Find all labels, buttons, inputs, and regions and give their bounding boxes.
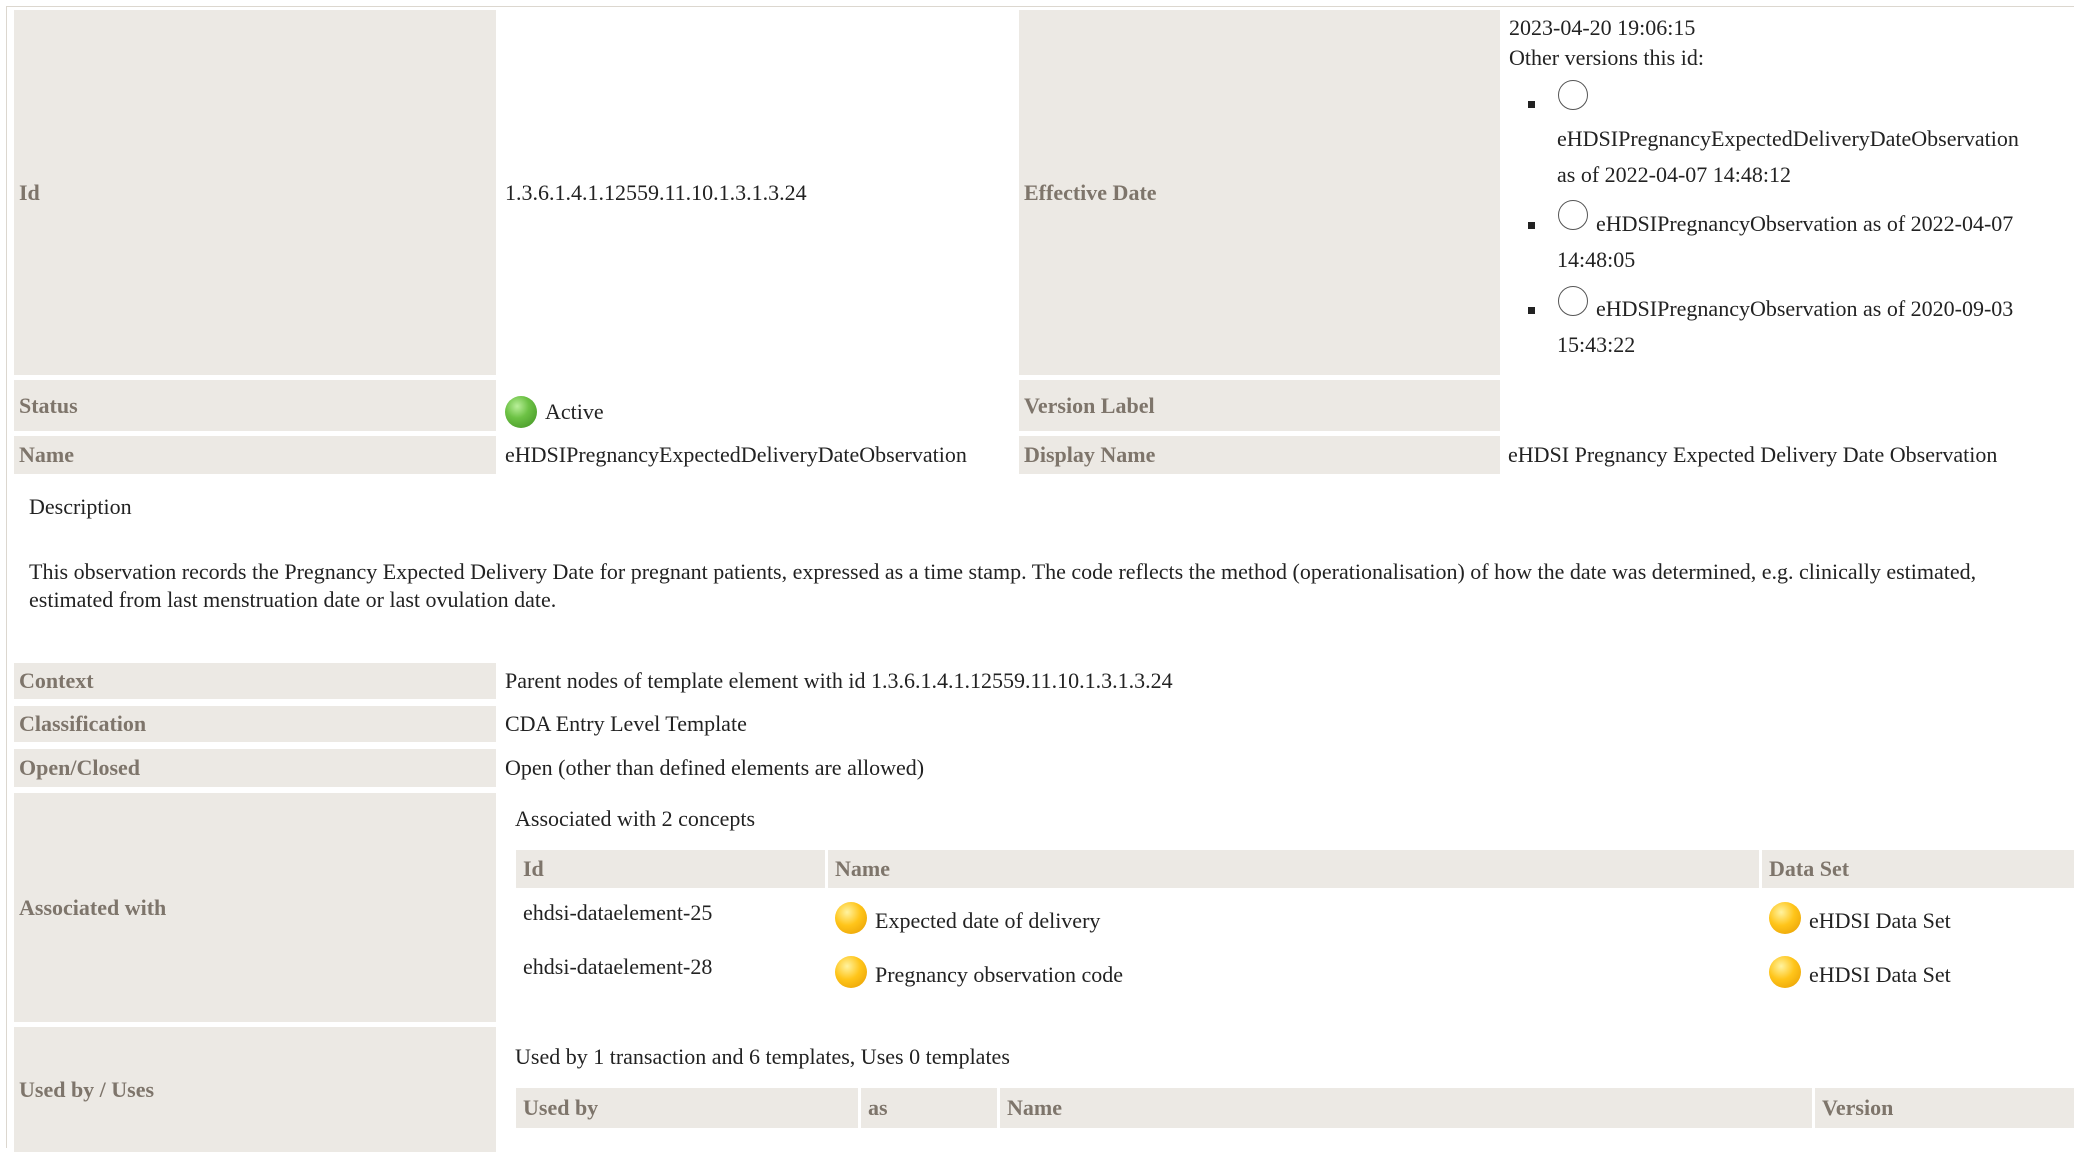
used-by-col-used-by: Used by [516,1088,858,1128]
concept-dataset-cell[interactable]: eHDSI Data Set [1769,902,1951,934]
concept-status-icon [835,956,867,988]
status-label: Status [14,380,496,431]
status-value-cell: Active [498,380,1018,431]
version-radio-icon[interactable] [1558,80,1588,110]
context-value: Parent nodes of template element with id… [505,668,1173,693]
associated-with-label: Associated with [14,793,496,1022]
id-value: 1.3.6.1.4.1.12559.11.10.1.3.1.3.24 [505,179,807,205]
concept-id[interactable]: ehdsi-dataelement-25 [523,900,712,926]
bullet-icon [1528,222,1535,229]
concept-status-icon [835,902,867,934]
concept-dataset[interactable]: eHDSI Data Set [1809,908,1951,933]
effective-date-label: Effective Date [1019,10,1500,375]
open-closed-value: Open (other than defined elements are al… [505,755,925,780]
version-radio-icon[interactable] [1558,200,1588,230]
associated-col-dataset: Data Set [1762,850,2074,888]
used-by-col-name: Name [1000,1088,1812,1128]
concept-name-cell[interactable]: Expected date of delivery [835,902,1100,934]
other-version-date: as of 2022-04-07 14:48:12 [1557,162,1792,187]
associated-col-id: Id [516,850,825,888]
name-label: Name [14,436,496,474]
used-by-col-version: Version [1815,1088,2074,1128]
concept-dataset-cell[interactable]: eHDSI Data Set [1769,956,1951,988]
other-version-name[interactable]: eHDSIPregnancyObservation as of 2020-09-… [1596,296,2013,322]
description-text: This observation records the Pregnancy E… [29,559,1977,612]
status-value: Active [545,398,604,424]
dataset-status-icon [1769,902,1801,934]
other-version-date: 15:43:22 [1557,332,1636,357]
concept-name[interactable]: Pregnancy observation code [875,962,1123,987]
other-versions-label: Other versions this id: [1509,45,1704,70]
classification-label: Classification [14,706,496,742]
display-name-value: eHDSI Pregnancy Expected Delivery Date O… [1508,442,1998,467]
bullet-icon [1528,307,1535,314]
concept-dataset[interactable]: eHDSI Data Set [1809,962,1951,987]
associated-summary: Associated with 2 concepts [515,806,756,831]
other-version-name[interactable]: eHDSIPregnancyExpectedDeliveryDateObserv… [1557,126,2019,152]
other-version-name[interactable]: eHDSIPregnancyObservation as of 2022-04-… [1596,211,2013,237]
open-closed-label: Open/Closed [14,749,496,787]
display-name-label: Display Name [1019,436,1500,474]
context-label: Context [14,663,496,699]
version-radio-icon[interactable] [1558,286,1588,316]
classification-value: CDA Entry Level Template [505,711,747,736]
other-version-date: 14:48:05 [1557,247,1636,272]
associated-col-name: Name [828,850,1759,888]
used-by-col-as: as [861,1088,997,1128]
version-label-label: Version Label [1019,380,1500,431]
version-label-value [1501,380,2061,431]
concept-name[interactable]: Expected date of delivery [875,908,1100,933]
id-label: Id [14,10,496,375]
description-heading: Description [29,494,132,519]
name-value: eHDSIPregnancyExpectedDeliveryDateObserv… [505,442,967,467]
bullet-icon [1528,101,1535,108]
used-by-label: Used by / Uses [14,1027,496,1152]
status-active-icon [505,395,537,428]
effective-date-value: 2023-04-20 19:06:15 [1509,15,1696,40]
used-by-summary: Used by 1 transaction and 6 templates, U… [515,1044,1010,1069]
concept-name-cell[interactable]: Pregnancy observation code [835,956,1123,988]
dataset-status-icon [1769,956,1801,988]
concept-id[interactable]: ehdsi-dataelement-28 [523,954,712,980]
